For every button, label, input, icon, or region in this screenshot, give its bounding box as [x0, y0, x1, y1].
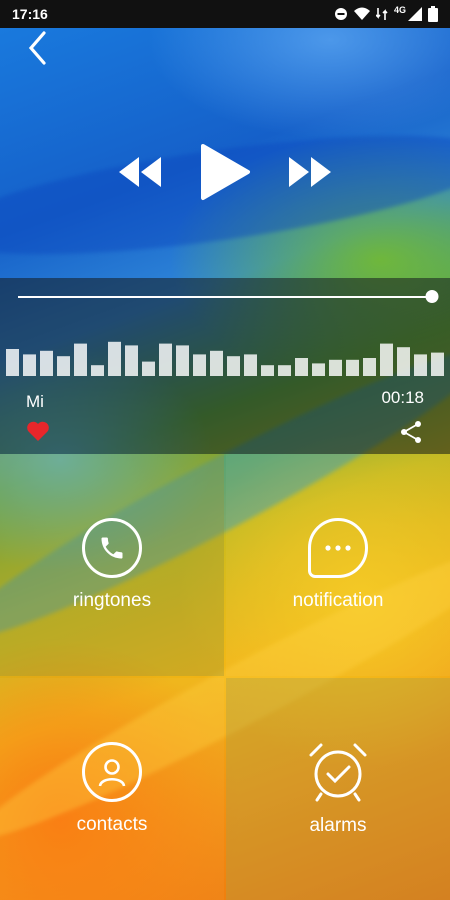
waveform-bar	[23, 354, 36, 376]
battery-icon	[428, 6, 438, 22]
waveform-bar	[74, 343, 87, 376]
rewind-button[interactable]	[117, 155, 163, 189]
waveform-bar	[159, 343, 172, 376]
seek-track	[18, 296, 434, 298]
person-icon	[98, 759, 126, 787]
status-time: 17:16	[12, 6, 48, 22]
back-button[interactable]	[22, 30, 56, 66]
phone-icon	[101, 537, 123, 559]
ringtones-label: ringtones	[72, 590, 152, 611]
waveform-bar	[295, 358, 308, 376]
data-transfer-icon	[375, 8, 388, 20]
status-bar: 17:16 4G	[0, 0, 450, 28]
wifi-icon	[353, 7, 370, 20]
waveform-bar	[142, 361, 155, 376]
4g-signal-icon	[408, 7, 422, 21]
play-icon	[201, 144, 250, 200]
waveform-bar	[397, 347, 410, 376]
waveform-bar	[40, 350, 53, 376]
waveform-bar	[346, 359, 359, 376]
ringtones-tile[interactable]: ringtones	[0, 454, 224, 676]
waveform[interactable]	[6, 340, 446, 376]
seek-thumb[interactable]	[425, 290, 439, 303]
waveform-bar	[193, 354, 206, 376]
waveform-bar	[6, 349, 19, 376]
status-icons: 4G	[334, 5, 438, 22]
alarms-label: alarms	[309, 815, 367, 836]
fast-forward-button[interactable]	[287, 155, 333, 189]
waveform-bar	[414, 354, 427, 376]
elapsed-time: 00:18	[381, 388, 424, 407]
waveform-bar	[244, 354, 257, 376]
waveform-bar	[210, 350, 223, 376]
share-icon[interactable]	[399, 420, 423, 444]
contacts-tile[interactable]: contacts	[0, 678, 224, 900]
phone-icon-circle	[82, 518, 142, 578]
waveform-bar	[380, 343, 393, 376]
contacts-label: contacts	[76, 814, 148, 835]
notification-label: notification	[292, 590, 384, 611]
playback-controls	[0, 140, 450, 204]
waveform-bar	[312, 363, 325, 376]
alarms-tile[interactable]: alarms	[226, 678, 450, 900]
waveform-bar	[125, 345, 138, 376]
waveform-bar	[431, 352, 444, 376]
network-type: 4G	[393, 5, 406, 15]
waveform-bar	[329, 359, 342, 376]
chat-bubble-icon-circle	[308, 518, 368, 578]
alarm-clock-icon	[309, 743, 367, 802]
waveform-bar	[57, 356, 70, 376]
rewind-icon	[119, 157, 161, 187]
waveform-bar	[227, 356, 240, 376]
waveform-bar	[176, 345, 189, 376]
song-title: Mi	[26, 392, 44, 411]
notification-tile[interactable]: notification	[226, 454, 450, 676]
app-screen: 17:16 4G Mi 00:18 ringtones notification…	[0, 0, 450, 900]
chat-bubble-icon	[325, 545, 351, 551]
chevron-left-icon	[28, 31, 46, 65]
waveform-bar	[108, 341, 121, 376]
person-icon-circle	[82, 742, 142, 802]
waveform-bar	[363, 358, 376, 376]
waveform-bar	[278, 365, 291, 376]
player-panel: Mi 00:18	[0, 278, 450, 454]
fast-forward-icon	[289, 157, 331, 187]
seek-bar[interactable]	[18, 290, 439, 303]
action-grid: ringtones notification contacts alarms	[0, 454, 450, 900]
waveform-bar	[91, 365, 104, 376]
play-button[interactable]	[199, 143, 251, 201]
waveform-bar	[261, 365, 274, 376]
heart-icon[interactable]	[26, 420, 50, 442]
do-not-disturb-icon	[334, 8, 347, 20]
